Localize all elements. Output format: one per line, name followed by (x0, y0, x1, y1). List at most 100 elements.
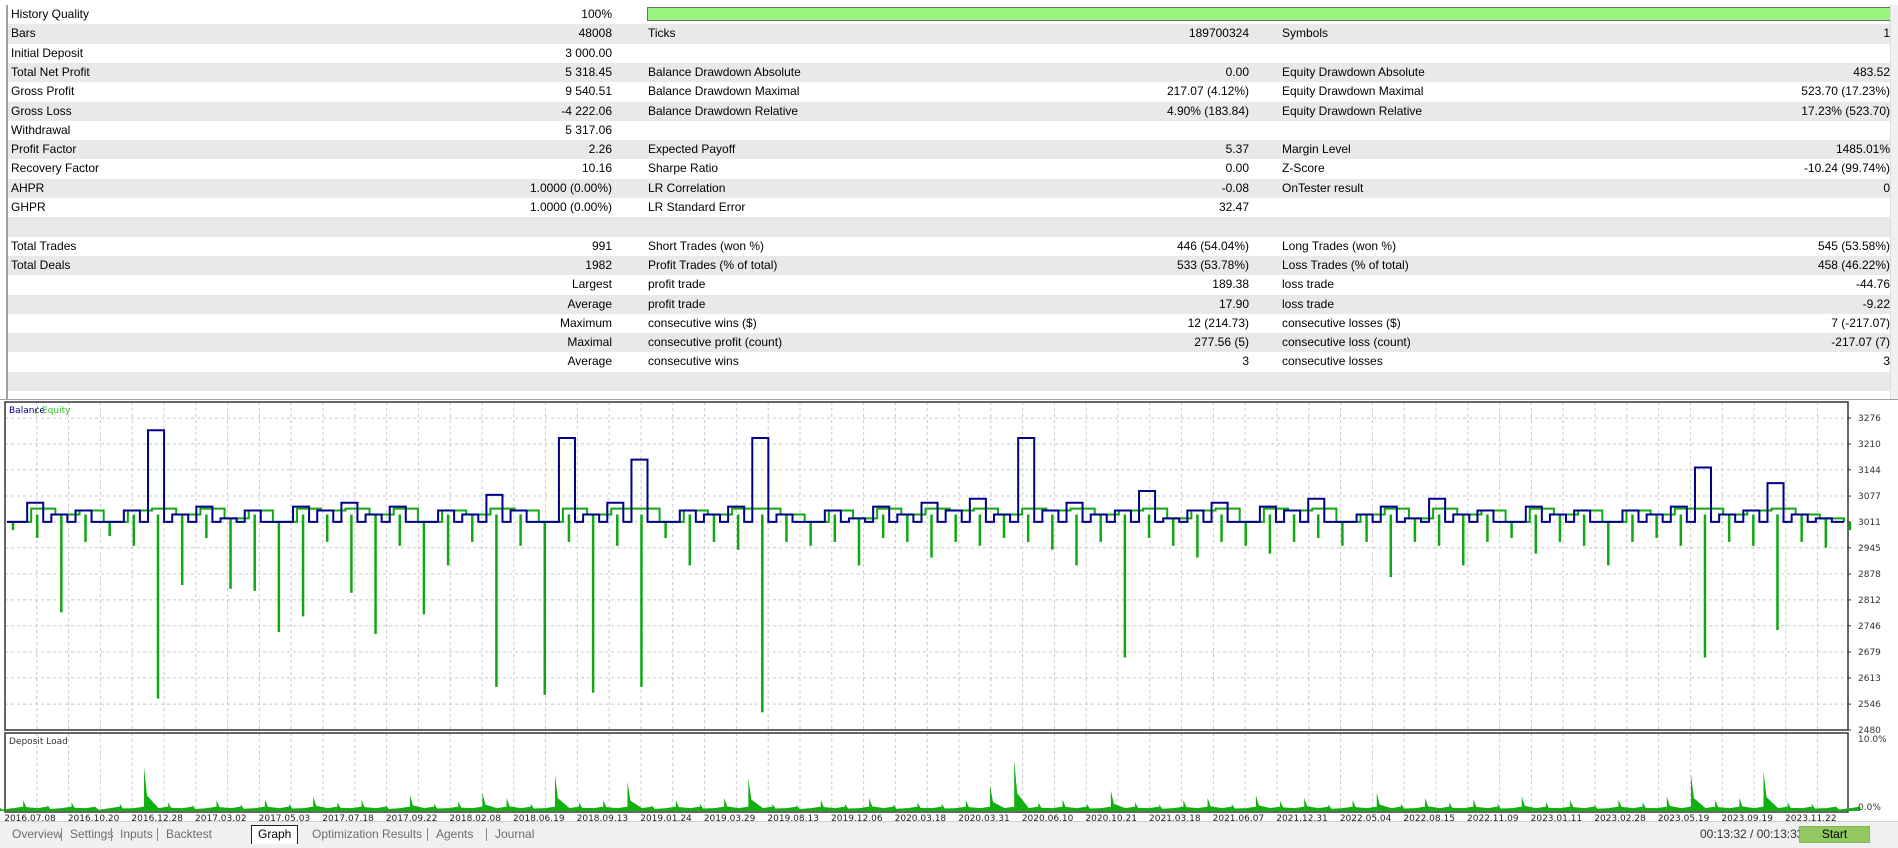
stat-value: 3 (1242, 354, 1249, 369)
stat-label: Initial Deposit (11, 45, 84, 60)
stat-label: Equity Drawdown Maximal (1282, 84, 1424, 99)
stat-value: -10.24 (99.74%) (1803, 161, 1890, 176)
stat-value: 483.52 (1853, 64, 1890, 79)
stat-value: -4 222.06 (561, 103, 612, 118)
stat-value: -44.76 (1855, 277, 1890, 292)
stat-value: 9 540.51 (565, 84, 612, 99)
history-quality-bar (647, 7, 1890, 21)
legend-equity: Equity (42, 406, 71, 416)
stat-value: Average (567, 354, 612, 369)
stats-row: Maximum consecutive wins ($) 12 (214.73) co… (8, 314, 1890, 333)
stat-label: Total Deals (11, 257, 71, 272)
stat-label: Balance Drawdown Relative (648, 103, 799, 118)
deposit-load-bar (1014, 759, 1039, 811)
stats-row: Largest profit trade 189.38 loss trade -44.7… (8, 275, 1890, 294)
y-tick-label: 2746 (1858, 622, 1881, 632)
deposit-load-bar (95, 806, 120, 811)
stat-value: -217.07 (7) (1831, 335, 1890, 350)
tab-separator (427, 828, 428, 841)
deposit-load-bar (1207, 797, 1232, 811)
deposit-load-bar (675, 800, 701, 811)
deposit-load-bar (434, 803, 459, 811)
vertical-scrollbar[interactable] (1890, 5, 1898, 400)
stats-row: AHPR 1.0000 (0.00%) LR Correlation -0.08 OnT… (8, 178, 1890, 198)
y-tick-label: 2945 (1858, 544, 1881, 554)
results-table: History Quality 100% Bars 48008 Ticks 1897003… (6, 5, 1890, 400)
deposit-load-bar (1594, 804, 1619, 811)
deposit-load-bar (409, 794, 435, 811)
stat-label: Sharpe Ratio (648, 161, 719, 176)
tab-agents[interactable]: Agents (430, 826, 479, 843)
stat-label: Symbols (1282, 26, 1329, 41)
stat-value: 100% (581, 7, 612, 21)
tab-separator (111, 828, 112, 841)
y-tick-label: 2613 (1858, 674, 1881, 684)
stat-label: consecutive loss (count) (1282, 335, 1411, 350)
y-tick-label: 3210 (1858, 440, 1881, 450)
start-button[interactable]: Start (1799, 826, 1870, 843)
stats-row: Gross Loss -4 222.06 Balance Drawdown Rela… (8, 101, 1890, 121)
stat-value: 217.07 (4.12%) (1166, 84, 1249, 99)
deposit-load-bar (1159, 804, 1184, 811)
stat-value: 1.0000 (0.00%) (529, 200, 612, 214)
stats-row: Recovery Factor 10.16 Sharpe Ratio 0.00 Z-Sc… (8, 159, 1890, 178)
y-tick-label: 3077 (1858, 492, 1881, 502)
balance-equity-chart: Balance 3276 3210 3144 3077 3011 2945 2878 2812… (0, 401, 1887, 824)
stat-label: AHPR (11, 180, 45, 195)
stats-row: Total Net Profit 5 318.45 Balance Drawdown… (8, 62, 1890, 83)
tab-inputs[interactable]: Inputs (114, 826, 159, 843)
deposit-load-bar (1739, 797, 1764, 811)
deposit-load-bar (1473, 799, 1498, 811)
stat-value: -0.08 (1221, 180, 1249, 195)
stats-row: Total Deals 1982 Profit Trades (% of total… (8, 255, 1890, 276)
y-tick-label: 2679 (1858, 648, 1881, 658)
deposit-load-bar (506, 797, 531, 811)
main-plot-border (4, 401, 1849, 731)
stat-label: Total Trades (11, 238, 77, 253)
deposit-load-bar (820, 800, 846, 811)
tab-separator (486, 828, 487, 841)
deposit-load-bar (361, 800, 386, 811)
tab-separator (157, 828, 158, 841)
stat-value: 10.16 (581, 161, 612, 176)
deposit-load-bar (240, 804, 265, 811)
stat-value: 458 (46.22%) (1817, 257, 1890, 272)
tab-backtest[interactable]: Backtest (160, 826, 218, 843)
tab-graph[interactable]: Graph (251, 825, 299, 844)
deposit-load-bar (458, 801, 483, 811)
deposit-load-bar (1618, 799, 1643, 811)
stat-label: Withdrawal (11, 122, 71, 137)
deposit-load-bar (313, 796, 338, 811)
y-tick-label: 3011 (1858, 518, 1881, 528)
deposit-load-bar (844, 803, 870, 811)
stat-label: profit trade (648, 277, 706, 292)
deposit-load-bar (0, 806, 24, 811)
stat-value: 189700324 (1188, 26, 1249, 41)
elapsed-time: 00:13:32 / 00:13:33 (1700, 827, 1804, 841)
stats-row: Initial Deposit 3 000.00 (8, 44, 1890, 63)
deposit-load-bar (651, 805, 676, 811)
tab-overview[interactable]: Overview (6, 826, 68, 843)
stats-row (8, 371, 1890, 391)
charts-panel: Balance 3276 3210 3144 3077 3011 2945 2878 2812… (0, 399, 1898, 824)
stat-value: 7 (-217.07) (1831, 315, 1890, 330)
stat-value: 5.37 (1225, 142, 1249, 157)
deposit-load-bar (941, 803, 966, 811)
tab-journal[interactable]: Journal (489, 826, 540, 843)
stat-value: 4.90% (183.84) (1166, 103, 1249, 118)
deposit-load-bar (1642, 802, 1667, 811)
stat-label: History Quality (11, 7, 90, 21)
tab-optimization-results[interactable]: Optimization Results (306, 826, 428, 843)
deposit-load-bar (1545, 802, 1571, 811)
stats-row: GHPR 1.0000 (0.00%) LR Standard Error 32.47 (8, 198, 1890, 217)
deposit-load-bar (1376, 792, 1401, 811)
deposit-load-bar (1690, 774, 1716, 811)
stat-value: 17.23% (523.70) (1801, 103, 1890, 118)
y-tick-label: 3276 (1858, 414, 1881, 424)
deposit-load-bar (530, 803, 556, 811)
deposit-load-bar (71, 802, 96, 811)
stat-label: LR Correlation (648, 180, 726, 195)
stat-value: 523.70 (17.23%) (1801, 84, 1890, 99)
stat-label: loss trade (1282, 277, 1335, 292)
deposit-load-bar (1231, 803, 1256, 811)
